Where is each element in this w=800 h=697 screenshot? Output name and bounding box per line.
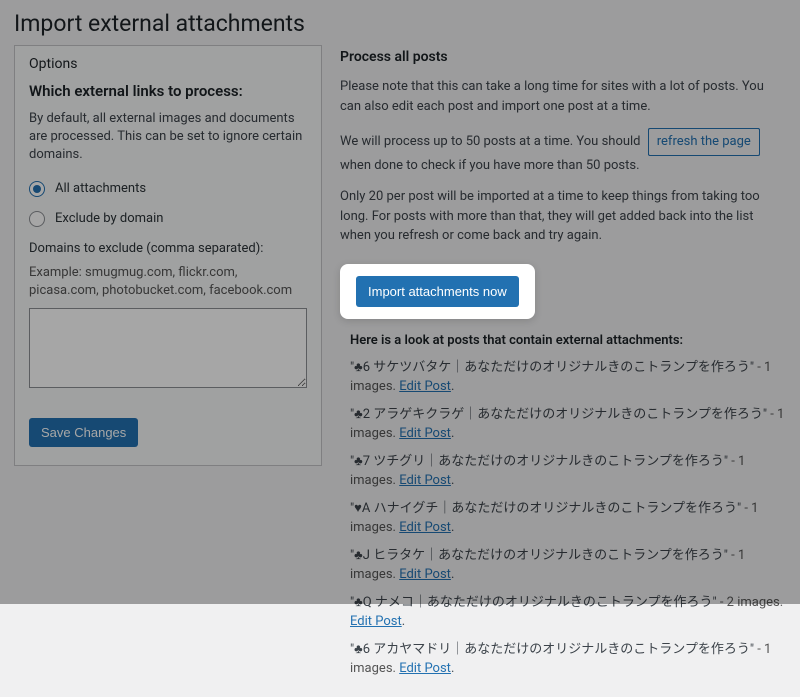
list-item: "♣2 アラゲキクラゲ｜あなただけのオリジナルきのこトランプを作ろう" - 1 …: [350, 405, 786, 444]
edit-post-link[interactable]: Edit Post: [399, 426, 451, 441]
edit-post-link[interactable]: Edit Post: [399, 520, 451, 535]
edit-post-link[interactable]: Edit Post: [350, 614, 402, 629]
list-item: "♣6 アカヤマドリ｜あなただけのオリジナルきのこトランプを作ろう" - 1 i…: [350, 640, 786, 679]
import-highlight: Import attachments now: [340, 264, 535, 319]
options-box-title: Options: [29, 54, 307, 78]
radio-all-attachments[interactable]: All attachments: [29, 181, 307, 197]
radio-icon: [29, 211, 45, 227]
process-limit-pre: We will process up to 50 posts at a time…: [340, 134, 644, 149]
domains-example: Example: smugmug.com, flickr.com, picasa…: [29, 264, 307, 300]
save-button[interactable]: Save Changes: [29, 418, 138, 447]
radio-exclude-domain[interactable]: Exclude by domain: [29, 211, 307, 227]
process-limit-note: We will process up to 50 posts at a time…: [340, 128, 786, 175]
post-title: "♣6 サケツバタケ｜あなただけのオリジナルきのこトランプを作ろう": [350, 360, 754, 375]
radio-label: All attachments: [55, 181, 146, 196]
post-title: "♣J ヒラタケ｜あなただけのオリジナルきのこトランプを作ろう": [350, 548, 728, 563]
list-item: "♣Q ナメコ｜あなただけのオリジナルきのこトランプを作ろう" - 2 imag…: [350, 593, 786, 632]
radio-label: Exclude by domain: [55, 211, 163, 226]
edit-post-link[interactable]: Edit Post: [399, 661, 451, 676]
options-description: By default, all external images and docu…: [29, 110, 307, 165]
post-title: "♣6 アカヤマドリ｜あなただけのオリジナルきのこトランプを作ろう": [350, 642, 754, 657]
posts-list: "♣6 サケツバタケ｜あなただけのオリジナルきのこトランプを作ろう" - 1 i…: [340, 358, 786, 679]
page-title: Import external attachments: [14, 10, 786, 37]
post-title: "♣2 アラゲキクラゲ｜あなただけのオリジナルきのこトランプを作ろう": [350, 407, 767, 422]
edit-post-link[interactable]: Edit Post: [399, 379, 451, 394]
import-attachments-button[interactable]: Import attachments now: [356, 276, 519, 307]
process-note: Please note that this can take a long ti…: [340, 77, 786, 116]
edit-post-link[interactable]: Edit Post: [399, 473, 451, 488]
post-title: "♥A ハナイグチ｜あなただけのオリジナルきのこトランプを作ろう": [350, 501, 741, 516]
options-heading: Which external links to process:: [29, 82, 307, 100]
edit-post-link[interactable]: Edit Post: [399, 567, 451, 582]
domains-input[interactable]: [29, 308, 307, 388]
post-title: "♣7 ツチグリ｜あなただけのオリジナルきのこトランプを作ろう": [350, 454, 728, 469]
list-item: "♣7 ツチグリ｜あなただけのオリジナルきのこトランプを作ろう" - 1 ima…: [350, 452, 786, 491]
posts-list-heading: Here is a look at posts that contain ext…: [350, 333, 786, 348]
list-item: "♣J ヒラタケ｜あなただけのオリジナルきのこトランプを作ろう" - 1 ima…: [350, 546, 786, 585]
post-title: "♣Q ナメコ｜あなただけのオリジナルきのこトランプを作ろう": [350, 595, 717, 610]
list-item: "♣6 サケツバタケ｜あなただけのオリジナルきのこトランプを作ろう" - 1 i…: [350, 358, 786, 397]
domains-label: Domains to exclude (comma separated):: [29, 241, 307, 256]
process-column: Process all posts Please note that this …: [340, 45, 786, 687]
process-heading: Process all posts: [340, 49, 786, 65]
list-item: "♥A ハナイグチ｜あなただけのオリジナルきのこトランプを作ろう" - 1 im…: [350, 499, 786, 538]
options-box: Options Which external links to process:…: [14, 45, 322, 466]
process-per-post-note: Only 20 per post will be imported at a t…: [340, 187, 786, 246]
post-meta: - 2 images.: [717, 595, 784, 610]
radio-icon: [29, 181, 45, 197]
refresh-page-link[interactable]: refresh the page: [648, 128, 760, 156]
process-limit-post: when done to check if you have more than…: [340, 158, 640, 173]
